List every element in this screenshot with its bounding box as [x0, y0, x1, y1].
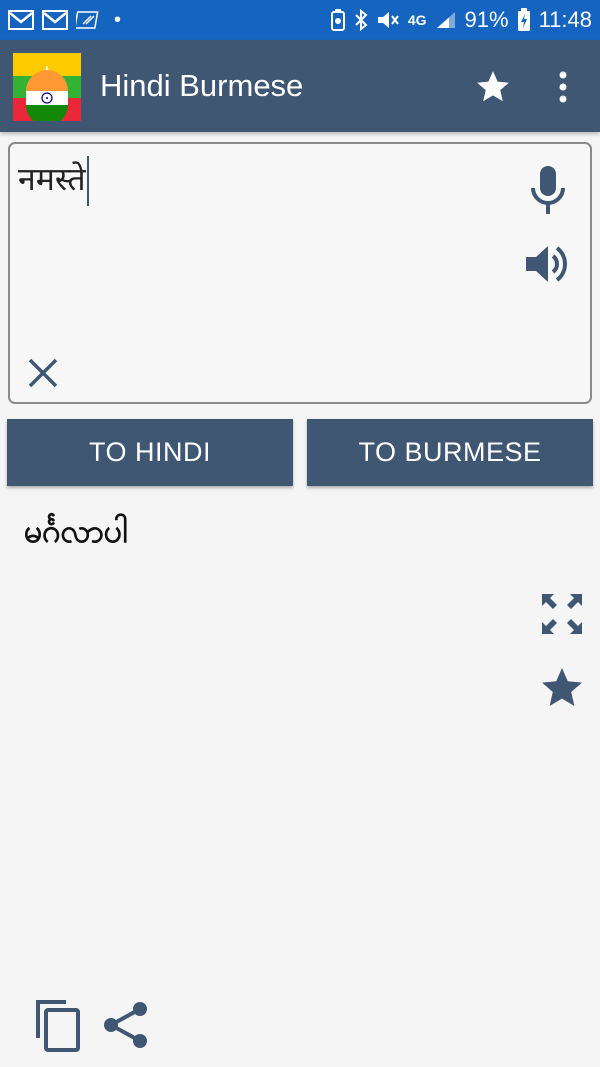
speaker-icon[interactable]	[524, 240, 572, 288]
text-caret	[86, 156, 89, 206]
battery-percent: 91%	[464, 7, 509, 32]
status-left: •	[8, 10, 121, 30]
notification-dot: •	[114, 9, 122, 31]
share-icon[interactable]	[102, 1000, 150, 1050]
copy-icon[interactable]	[34, 998, 82, 1052]
bluetooth-icon	[354, 9, 368, 31]
to-burmese-button[interactable]: TO BURMESE	[307, 419, 593, 486]
translation-output: မင်္ဂလာပါ	[24, 512, 128, 550]
mute-icon	[376, 9, 400, 31]
app-title: Hindi Burmese	[100, 68, 304, 103]
gmail-icon	[8, 10, 34, 30]
gmail-icon	[42, 10, 68, 30]
fullscreen-icon[interactable]	[540, 592, 584, 636]
battery-saver-icon	[330, 9, 346, 31]
network-type: 4G	[407, 12, 427, 28]
favorites-star-icon[interactable]	[474, 68, 512, 106]
more-vert-icon[interactable]	[548, 68, 578, 106]
edge-icon	[76, 10, 100, 30]
myanmar-india-flag-icon	[13, 53, 81, 121]
input-text-area[interactable]: नमस्ते	[8, 142, 592, 404]
app-bar: Hindi Burmese	[0, 40, 600, 132]
mic-icon[interactable]	[528, 164, 568, 216]
input-field[interactable]: नमस्ते	[18, 156, 89, 206]
star-icon[interactable]	[538, 664, 586, 712]
status-bar: • 4G 91% 11:48	[0, 0, 600, 40]
battery-charging-icon	[517, 8, 531, 32]
clock: 11:48	[538, 7, 592, 32]
input-value: नमस्ते	[18, 160, 86, 198]
status-right: 4G 91% 11:48	[330, 7, 592, 33]
to-hindi-button[interactable]: TO HINDI	[7, 419, 293, 486]
signal-icon	[435, 10, 457, 30]
close-icon[interactable]	[26, 356, 60, 390]
